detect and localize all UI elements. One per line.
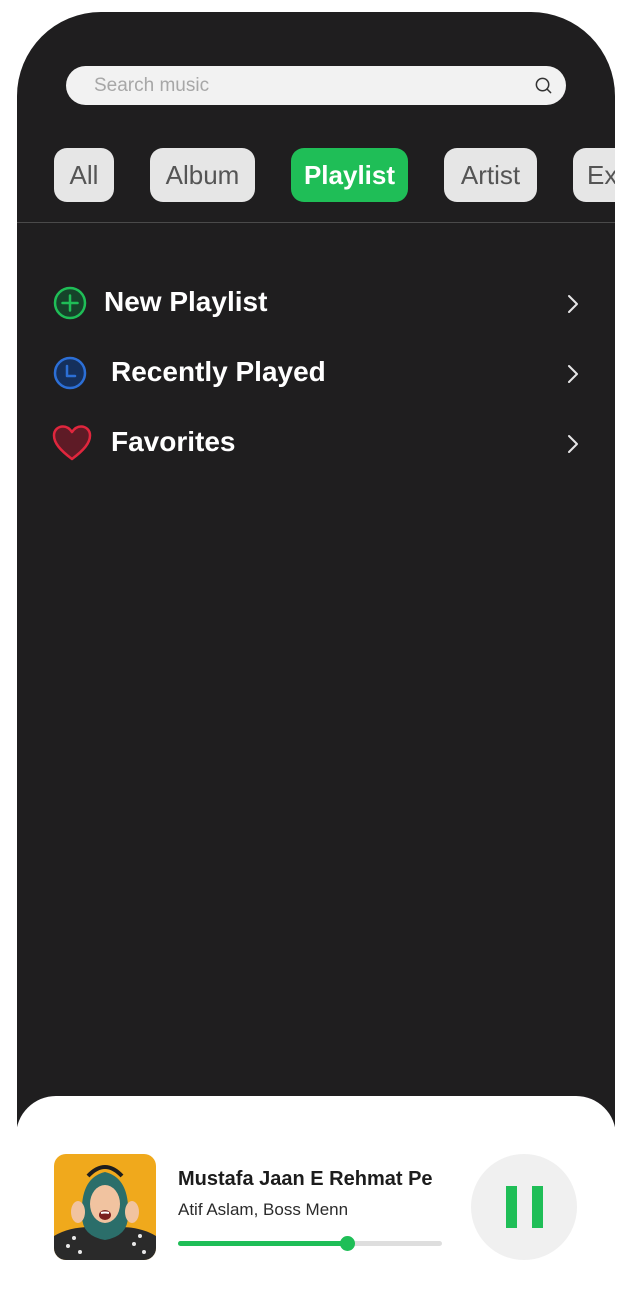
filter-chips: All Album Playlist Artist Explore xyxy=(17,148,615,202)
filter-chip-all[interactable]: All xyxy=(54,148,114,202)
menu-item-label: New Playlist xyxy=(104,286,268,317)
pause-icon xyxy=(532,1186,543,1228)
heart-icon xyxy=(52,425,92,461)
filter-chip-playlist[interactable]: Playlist xyxy=(291,148,408,202)
track-title: Mustafa Jaan E Rehmat Pe xyxy=(178,1168,433,1190)
plus-circle-icon xyxy=(53,286,87,320)
chevron-right-icon xyxy=(568,435,578,453)
filter-chip-explore[interactable]: Explore xyxy=(573,148,615,202)
divider xyxy=(17,222,615,223)
menu-item-favorites[interactable]: Favorites xyxy=(17,418,615,468)
chevron-right-icon xyxy=(568,365,578,383)
search-icon[interactable] xyxy=(534,76,553,95)
progress-fill xyxy=(178,1241,347,1246)
menu-item-label: Favorites xyxy=(111,426,236,457)
chevron-right-icon xyxy=(568,295,578,313)
pause-icon xyxy=(506,1186,517,1228)
menu-item-new-playlist[interactable]: New Playlist xyxy=(17,278,615,328)
search-bar[interactable] xyxy=(66,66,566,105)
menu-item-recently-played[interactable]: Recently Played xyxy=(17,348,615,398)
clock-icon xyxy=(53,356,87,390)
menu-item-label: Recently Played xyxy=(111,356,326,387)
filter-chip-album[interactable]: Album xyxy=(150,148,255,202)
filter-chip-artist[interactable]: Artist xyxy=(444,148,537,202)
track-artist: Atif Aslam, Boss Menn xyxy=(178,1200,349,1219)
album-cover[interactable] xyxy=(54,1154,156,1260)
progress-slider[interactable] xyxy=(178,1236,442,1251)
search-input[interactable] xyxy=(66,66,566,105)
album-art-image xyxy=(54,1154,156,1260)
pause-button[interactable] xyxy=(471,1154,577,1260)
progress-handle[interactable] xyxy=(339,1236,355,1251)
now-playing-bar[interactable]: Mustafa Jaan E Rehmat Pe Atif Aslam, Bos… xyxy=(16,1096,616,1300)
